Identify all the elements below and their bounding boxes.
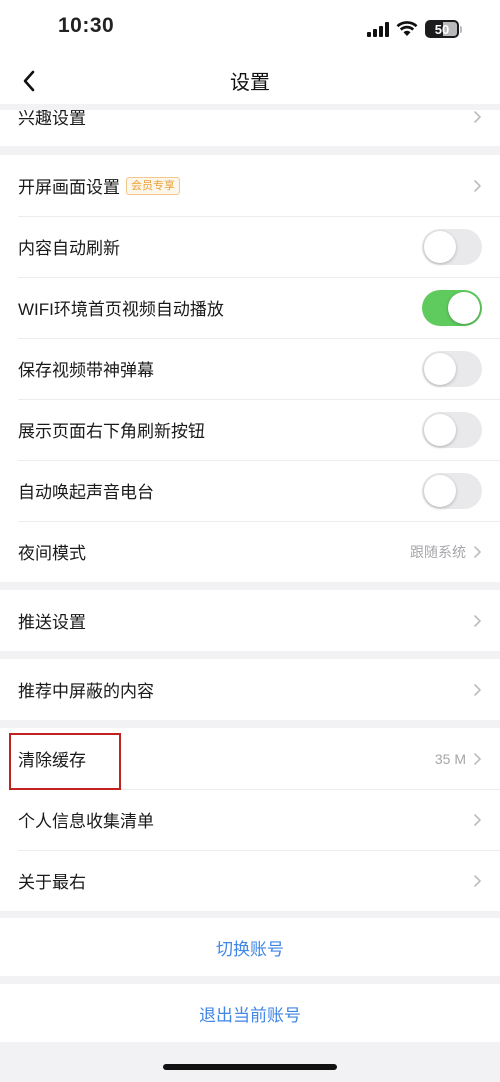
row-label: 夜间模式 [18,544,86,563]
chevron-right-icon [474,545,481,558]
status-bar: 10:30 50 [0,0,500,58]
settings-group-display: 开屏画面设置 会员专享 内容自动刷新 WIFI环境首页视频自动播放 保存视频带神… [0,155,500,582]
row-splash-settings[interactable]: 开屏画面设置 会员专享 [0,155,500,216]
chevron-right-icon [474,110,481,123]
refresh-button-toggle[interactable] [422,411,482,448]
chevron-right-icon [474,813,481,826]
row-push-settings[interactable]: 推送设置 [0,590,500,651]
wifi-icon [396,21,418,36]
row-label: 推荐中屏蔽的内容 [18,682,154,701]
voice-radio-toggle[interactable] [422,472,482,509]
settings-group-blocked: 推荐中屏蔽的内容 [0,659,500,720]
battery-icon: 50 [425,20,459,38]
row-label: 兴趣设置 [18,110,86,128]
nav-bar: 设置 [0,58,500,104]
row-auto-refresh: 内容自动刷新 [0,216,500,277]
row-label: 开屏画面设置 [18,178,120,197]
night-mode-value: 跟随系统 [410,543,466,560]
row-label: 自动唤起声音电台 [18,483,154,502]
row-label: 内容自动刷新 [18,239,120,258]
row-refresh-button: 展示页面右下角刷新按钮 [0,399,500,460]
settings-group-interest: 兴趣设置 [0,110,500,146]
chevron-right-icon [474,752,481,765]
row-label: 推送设置 [18,613,86,632]
save-danmaku-toggle[interactable] [422,350,482,387]
row-privacy-list[interactable]: 个人信息收集清单 [0,789,500,850]
chevron-right-icon [474,614,481,627]
row-save-danmaku: 保存视频带神弹幕 [0,338,500,399]
cache-size-value: 35 M [434,750,466,767]
chevron-right-icon [474,179,481,192]
chevron-right-icon [474,874,481,887]
chevron-right-icon [474,683,481,696]
row-label: WIFI环境首页视频自动播放 [18,300,224,319]
row-about[interactable]: 关于最右 [0,850,500,911]
highlight-box [9,733,121,790]
battery-level: 50 [434,21,450,37]
wifi-autoplay-toggle[interactable] [422,289,482,326]
row-blocked-content[interactable]: 推荐中屏蔽的内容 [0,659,500,720]
home-indicator [163,1064,337,1070]
row-label: 保存视频带神弹幕 [18,361,154,380]
switch-account-button[interactable]: 切换账号 [0,918,500,976]
row-interest-settings[interactable]: 兴趣设置 [0,110,500,146]
row-night-mode[interactable]: 夜间模式 跟随系统 [0,521,500,582]
signal-icon [367,21,389,37]
status-time: 10:30 [58,14,115,37]
row-label: 个人信息收集清单 [18,812,154,831]
logout-button[interactable]: 退出当前账号 [0,984,500,1042]
settings-group-push: 推送设置 [0,590,500,651]
auto-refresh-toggle[interactable] [422,228,482,265]
row-wifi-autoplay: WIFI环境首页视频自动播放 [0,277,500,338]
page-title: 设置 [230,72,270,94]
status-icons: 50 [367,17,462,41]
row-voice-radio: 自动唤起声音电台 [0,460,500,521]
vip-badge: 会员专享 [126,176,180,195]
row-label: 关于最右 [18,873,86,892]
row-label: 展示页面右下角刷新按钮 [18,422,205,441]
